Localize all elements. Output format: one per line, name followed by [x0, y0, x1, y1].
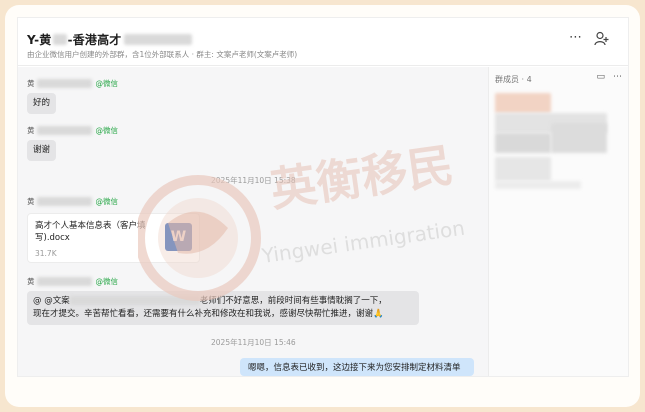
message-sender: 黄 @微信	[27, 125, 118, 136]
redacted-member	[495, 133, 551, 153]
ellipsis-icon[interactable]: ⋯	[569, 31, 582, 45]
more-icon[interactable]: ⋯	[613, 72, 622, 82]
redacted-member	[495, 157, 551, 181]
message-line: 现在才提交。辛苦帮忙看看，还需要有什么补充和修改在和我说，感谢尽快帮忙推进，谢谢…	[33, 309, 384, 319]
chat-title-suffix: -香港高才	[67, 33, 122, 47]
wechat-tag: @微信	[95, 126, 119, 135]
redacted-member	[551, 123, 607, 153]
inbox-icon[interactable]: ▭	[596, 72, 605, 82]
wechat-tag: @微信	[95, 79, 119, 88]
file-name: 高才个人基本信息表（客户填写).docx	[35, 221, 146, 243]
redacted-sender	[36, 277, 92, 286]
message-text: 老师们不好意思，前段时间有些事情耽搁了一下，	[199, 296, 387, 306]
redacted-sender	[36, 126, 92, 135]
timestamp: 2025年11月10日 15:38	[211, 176, 296, 185]
chat-subtitle: 由企业微信用户创建的外部群，含1位外部联系人 · 群主: 文案卢老师(文案卢老师…	[27, 50, 298, 59]
chat-window: Y-黄 -香港高才 由企业微信用户创建的外部群，含1位外部联系人 · 群主: 文…	[18, 18, 628, 376]
sender-name: 黄	[27, 126, 35, 135]
redacted-member	[495, 181, 581, 189]
message-sender: 黄 @微信	[27, 196, 118, 207]
redacted-name	[52, 34, 67, 45]
member-panel: 群成员 · 4 ▭ ⋯	[488, 67, 628, 376]
member-count: 群成员 · 4	[495, 75, 532, 84]
message-sender: 黄 @微信	[27, 78, 118, 89]
redacted-sender	[36, 197, 92, 206]
file-size: 31.7K	[35, 249, 57, 258]
message-bubble[interactable]: 谢谢	[27, 140, 57, 161]
word-doc-icon: W	[165, 223, 192, 251]
outgoing-message-bubble[interactable]: 嗯嗯，信息表已收到，这边接下来为您安排制定材料清单	[240, 358, 474, 376]
redacted-mention	[69, 296, 200, 305]
message-line: @ @文案 老师们不好意思，前段时间有些事情耽搁了一下，	[33, 295, 413, 308]
message-bubble[interactable]: @ @文案 老师们不好意思，前段时间有些事情耽搁了一下， 现在才提交。辛苦帮忙看看…	[27, 291, 419, 325]
chat-title-prefix: Y-黄	[27, 33, 52, 47]
message-bubble[interactable]: 好的	[27, 93, 57, 114]
mention-prefix: @ @文案	[33, 296, 70, 306]
redacted-member	[495, 93, 551, 113]
wechat-tag: @微信	[95, 197, 119, 206]
chat-header: Y-黄 -香港高才 由企业微信用户创建的外部群，含1位外部联系人 · 群主: 文…	[18, 18, 628, 66]
add-user-icon[interactable]	[594, 31, 610, 50]
message-sender: 黄 @微信	[27, 276, 118, 287]
message-list[interactable]: 黄 @微信 好的 黄 @微信 谢谢 2025年11月10日 15:38 黄 @微…	[18, 67, 488, 376]
file-attachment[interactable]: 高才个人基本信息表（客户填写).docx 31.7K W	[27, 213, 200, 263]
redacted-title	[123, 34, 192, 45]
sender-name: 黄	[27, 79, 35, 88]
wechat-tag: @微信	[95, 277, 119, 286]
chat-title-row: Y-黄 -香港高才	[27, 31, 192, 48]
redacted-sender	[36, 79, 92, 88]
timestamp: 2025年11月10日 15:46	[211, 338, 296, 347]
sender-name: 黄	[27, 277, 35, 286]
member-panel-icons: ▭ ⋯	[596, 72, 622, 82]
sender-name: 黄	[27, 197, 35, 206]
